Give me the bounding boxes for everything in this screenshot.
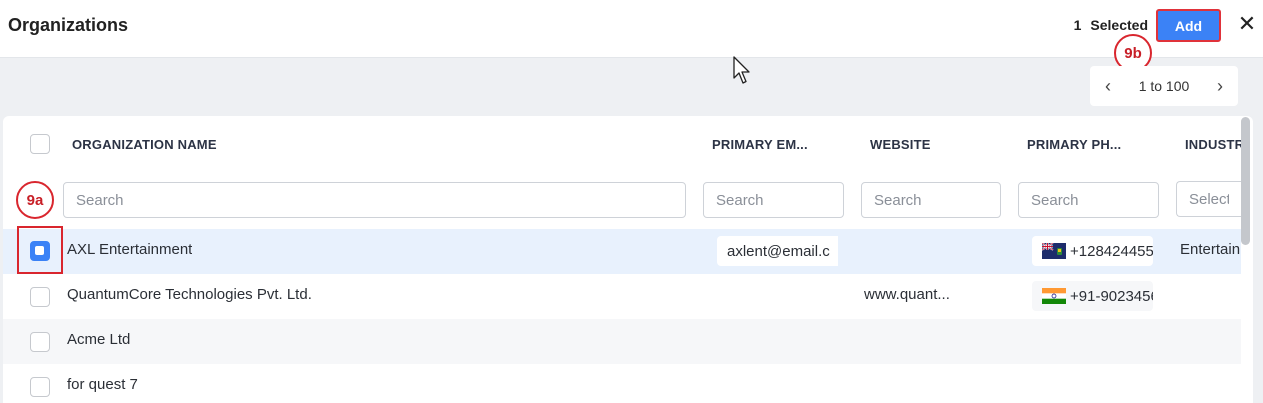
page-title: Organizations	[8, 15, 129, 35]
phone-number: +91-9023456	[1070, 287, 1153, 305]
column-header-organization-name[interactable]: ORGANIZATION NAME	[72, 137, 332, 152]
row-checkbox[interactable]	[30, 332, 50, 352]
prev-page-icon[interactable]: ‹	[1100, 76, 1116, 97]
table-row[interactable]	[3, 364, 1241, 403]
select-all-checkbox[interactable]	[30, 134, 50, 154]
primary-email-cell: axlent@email.c	[717, 236, 838, 266]
column-header-industry[interactable]: INDUSTR	[1185, 137, 1241, 152]
table-row[interactable]	[3, 319, 1241, 364]
organization-name-cell: Acme Ltd	[67, 331, 131, 348]
add-button[interactable]: Add	[1156, 9, 1221, 42]
annotation-badge-9a: 9a	[16, 181, 54, 219]
flag-icon-in	[1042, 288, 1066, 304]
phone-number: +128424455	[1070, 242, 1153, 260]
close-icon[interactable]: ✕	[1236, 11, 1258, 36]
next-page-icon[interactable]: ›	[1212, 76, 1228, 97]
flag-icon-vg	[1042, 243, 1066, 259]
primary-phone-cell: +128424455	[1032, 236, 1153, 266]
industry-select[interactable]	[1176, 181, 1241, 217]
website-cell: www.quant...	[864, 286, 950, 303]
organization-name-search-input[interactable]	[63, 182, 686, 218]
selected-count-label: Selected	[1090, 17, 1148, 33]
column-header-primary-phone[interactable]: PRIMARY PH...	[1027, 137, 1137, 152]
organization-name-cell: AXL Entertainment	[67, 241, 193, 258]
column-header-website[interactable]: WEBSITE	[870, 137, 980, 152]
vertical-scrollbar[interactable]	[1241, 117, 1250, 245]
primary-phone-cell: +91-9023456	[1032, 281, 1153, 311]
organization-name-cell: QuantumCore Technologies Pvt. Ltd.	[67, 286, 312, 303]
annotation-highlight-box	[17, 226, 63, 274]
mouse-cursor-icon	[733, 56, 750, 84]
column-header-primary-email[interactable]: PRIMARY EM...	[712, 137, 822, 152]
row-checkbox[interactable]	[30, 377, 50, 397]
page-range: 1 to 100	[1138, 78, 1190, 94]
dialog-header: Organizations 1 Selected Add ✕	[0, 0, 1263, 58]
website-search-input[interactable]	[861, 182, 1001, 218]
selected-count-number: 1	[1073, 17, 1082, 33]
selected-count: 1 Selected	[1074, 17, 1148, 33]
primary-phone-search-input[interactable]	[1018, 182, 1159, 218]
primary-email-search-input[interactable]	[703, 182, 844, 218]
row-checkbox[interactable]	[30, 287, 50, 307]
industry-cell: Entertain	[1180, 241, 1241, 258]
pagination: ‹ 1 to 100 ›	[1090, 66, 1238, 106]
organization-name-cell: for quest 7	[67, 376, 138, 393]
